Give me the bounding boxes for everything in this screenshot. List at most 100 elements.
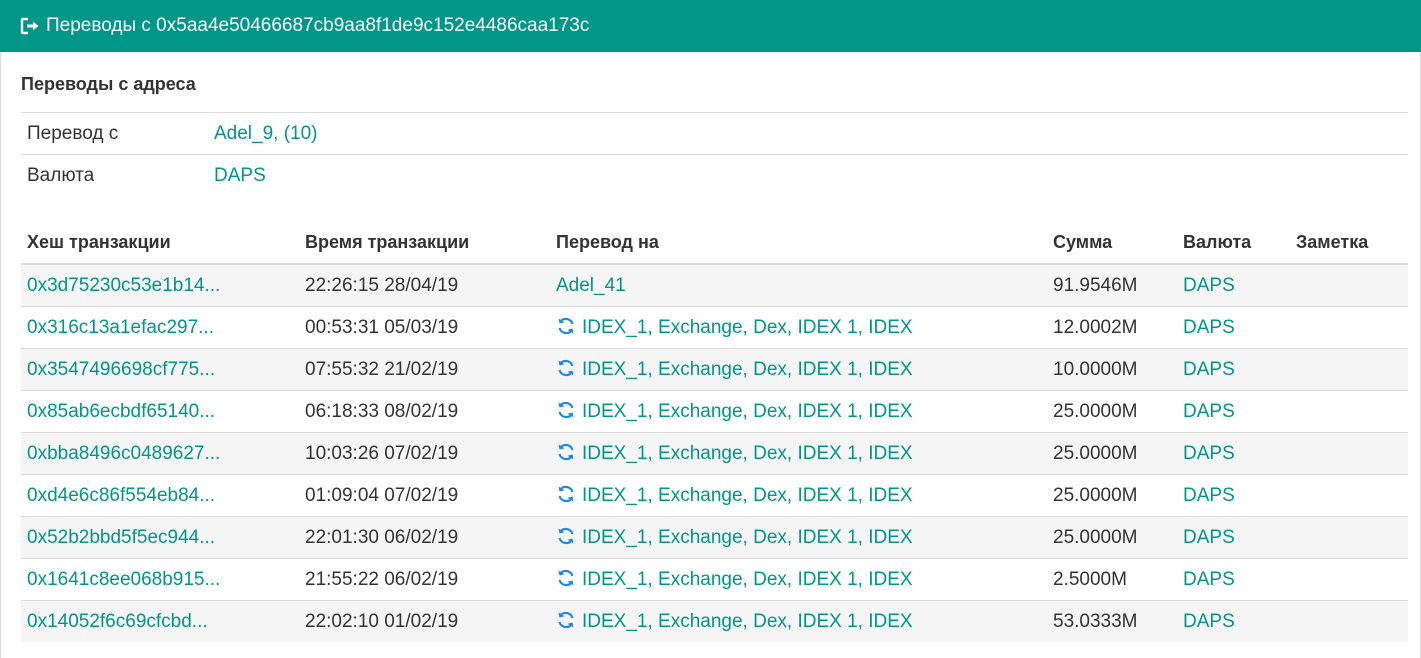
table-cell: 2.5000M xyxy=(1047,558,1177,601)
tx-currency-link[interactable]: DAPS xyxy=(1183,317,1235,338)
table-cell: 01:09:04 07/02/19 xyxy=(299,474,550,517)
tx-recipient-link[interactable]: IDEX_1, Exchange, Dex, IDEX 1, IDEX xyxy=(582,611,913,632)
table-cell: 25.0000M xyxy=(1047,516,1177,559)
tx-recipient-link[interactable]: IDEX_1, Exchange, Dex, IDEX 1, IDEX xyxy=(582,359,913,380)
table-cell xyxy=(1290,432,1408,475)
table-cell xyxy=(1290,348,1408,391)
table-row: 0x1641c8ee068b915... 21:55:22 06/02/19 IDE… xyxy=(21,558,1408,601)
table-cell xyxy=(1290,263,1408,307)
table-cell xyxy=(1290,600,1408,642)
column-header-amount: Сумма xyxy=(1047,222,1177,265)
tx-recipient-link[interactable]: IDEX_1, Exchange, Dex, IDEX 1, IDEX xyxy=(582,443,913,464)
tx-time: 22:01:30 06/02/19 xyxy=(305,526,459,548)
column-header-note: Заметка xyxy=(1290,222,1408,265)
tx-currency-link[interactable]: DAPS xyxy=(1183,611,1235,632)
column-header-time: Время транзакции xyxy=(299,222,550,265)
table-cell: DAPS xyxy=(1177,432,1290,475)
table-cell: 10:03:26 07/02/19 xyxy=(299,432,550,475)
tx-currency-link[interactable]: DAPS xyxy=(1183,485,1235,506)
table-row: 0x316c13a1efac297... 00:53:31 05/03/19 IDE… xyxy=(21,306,1408,349)
table-cell: 25.0000M xyxy=(1047,474,1177,517)
tx-hash-link[interactable]: 0x3547496698cf775... xyxy=(27,359,215,380)
table-cell: 07:55:32 21/02/19 xyxy=(299,348,550,391)
table-cell xyxy=(1290,516,1408,559)
tx-amount: 25.0000M xyxy=(1053,442,1138,464)
tx-recipient-link[interactable]: IDEX_1, Exchange, Dex, IDEX 1, IDEX xyxy=(582,485,913,506)
table-cell: DAPS xyxy=(1177,263,1290,307)
tx-recipient-link[interactable]: IDEX_1, Exchange, Dex, IDEX 1, IDEX xyxy=(582,569,913,590)
table-cell: DAPS xyxy=(1177,600,1290,642)
tx-currency-link[interactable]: DAPS xyxy=(1183,359,1235,380)
table-cell: 0xd4e6c86f554eb84... xyxy=(21,474,299,517)
sign-out-icon xyxy=(20,16,42,36)
tx-currency-link[interactable]: DAPS xyxy=(1183,443,1235,464)
page-header: Переводы с 0x5aa4e50466687cb9aa8f1de9c15… xyxy=(0,0,1421,52)
table-cell xyxy=(1290,474,1408,517)
tx-currency-link[interactable]: DAPS xyxy=(1183,401,1235,422)
tx-currency-link[interactable]: DAPS xyxy=(1183,275,1235,296)
tx-time: 22:26:15 28/04/19 xyxy=(305,274,459,296)
tx-hash-link[interactable]: 0xd4e6c86f554eb84... xyxy=(27,485,215,506)
table-cell: 91.9546M xyxy=(1047,263,1177,307)
tx-currency-link[interactable]: DAPS xyxy=(1183,527,1235,548)
table-row: 0x3547496698cf775... 07:55:32 21/02/19 IDE… xyxy=(21,348,1408,391)
table-cell: DAPS xyxy=(1177,558,1290,601)
tx-time: 10:03:26 07/02/19 xyxy=(305,442,459,464)
table-cell: 12.0002M xyxy=(1047,306,1177,349)
header-title: Переводы с 0x5aa4e50466687cb9aa8f1de9c15… xyxy=(46,15,590,36)
table-cell: DAPS xyxy=(1177,306,1290,349)
table-cell: 53.0333M xyxy=(1047,600,1177,642)
table-cell: 0x3d75230c53e1b14... xyxy=(21,263,299,307)
table-cell: 22:01:30 06/02/19 xyxy=(299,516,550,559)
tx-hash-link[interactable]: 0xbba8496c0489627... xyxy=(27,443,220,464)
tx-amount: 10.0000M xyxy=(1053,358,1138,380)
tx-hash-link[interactable]: 0x3d75230c53e1b14... xyxy=(27,275,220,296)
table-header-row: Хеш транзакции Время транзакции Перевод … xyxy=(21,222,1408,265)
tx-hash-link[interactable]: 0x85ab6ecbdf65140... xyxy=(27,401,215,422)
table-cell: 06:18:33 08/02/19 xyxy=(299,390,550,433)
table-cell: 0x85ab6ecbdf65140... xyxy=(21,390,299,433)
table-cell: 0xbba8496c0489627... xyxy=(21,432,299,475)
table-cell: IDEX_1, Exchange, Dex, IDEX 1, IDEX xyxy=(550,600,1047,642)
column-header-to: Перевод на xyxy=(550,222,1047,265)
tx-currency-link[interactable]: DAPS xyxy=(1183,569,1235,590)
tx-hash-link[interactable]: 0x52b2bbd5f5ec944... xyxy=(27,527,215,548)
table-cell: 22:26:15 28/04/19 xyxy=(299,263,550,307)
table-cell: DAPS xyxy=(1177,390,1290,433)
tx-amount: 25.0000M xyxy=(1053,526,1138,548)
tx-recipient-link[interactable]: IDEX_1, Exchange, Dex, IDEX 1, IDEX xyxy=(582,527,913,548)
transfers-panel: Переводы с адреса Перевод с Adel_9, (10)… xyxy=(0,52,1421,658)
tx-recipient-link[interactable]: Adel_41 xyxy=(556,275,626,296)
tx-recipient-link[interactable]: IDEX_1, Exchange, Dex, IDEX 1, IDEX xyxy=(582,401,913,422)
tx-amount: 2.5000M xyxy=(1053,568,1127,590)
tx-hash-link[interactable]: 0x1641c8ee068b915... xyxy=(27,569,220,590)
tx-amount: 53.0333M xyxy=(1053,610,1138,632)
currency-link[interactable]: DAPS xyxy=(214,165,266,186)
address-info-table: Перевод с Adel_9, (10) Валюта DAPS xyxy=(21,112,1408,197)
tx-time: 00:53:31 05/03/19 xyxy=(305,316,459,338)
sync-icon xyxy=(556,484,576,504)
table-cell: DAPS xyxy=(1177,516,1290,559)
sync-icon xyxy=(556,358,576,378)
tx-time: 21:55:22 06/02/19 xyxy=(305,568,459,590)
table-cell xyxy=(1290,390,1408,433)
tx-amount: 25.0000M xyxy=(1053,484,1138,506)
from-address-link[interactable]: Adel_9, (10) xyxy=(214,123,318,144)
tx-hash-link[interactable]: 0x14052f6c69cfcbd... xyxy=(27,611,208,632)
column-header-currency: Валюта xyxy=(1177,222,1290,265)
table-cell: IDEX_1, Exchange, Dex, IDEX 1, IDEX xyxy=(550,348,1047,391)
table-cell: 10.0000M xyxy=(1047,348,1177,391)
table-cell: 25.0000M xyxy=(1047,432,1177,475)
table-cell: 25.0000M xyxy=(1047,390,1177,433)
table-cell: IDEX_1, Exchange, Dex, IDEX 1, IDEX xyxy=(550,558,1047,601)
table-cell: 0x14052f6c69cfcbd... xyxy=(21,600,299,642)
currency-label: Валюта xyxy=(27,164,95,186)
table-row: 0xbba8496c0489627... 10:03:26 07/02/19 IDE… xyxy=(21,432,1408,475)
table-cell: IDEX_1, Exchange, Dex, IDEX 1, IDEX xyxy=(550,390,1047,433)
sync-icon xyxy=(556,316,576,336)
table-cell: DAPS xyxy=(1177,474,1290,517)
tx-recipient-link[interactable]: IDEX_1, Exchange, Dex, IDEX 1, IDEX xyxy=(582,317,913,338)
table-row: 0x85ab6ecbdf65140... 06:18:33 08/02/19 IDE… xyxy=(21,390,1408,433)
table-cell: 00:53:31 05/03/19 xyxy=(299,306,550,349)
tx-hash-link[interactable]: 0x316c13a1efac297... xyxy=(27,317,214,338)
